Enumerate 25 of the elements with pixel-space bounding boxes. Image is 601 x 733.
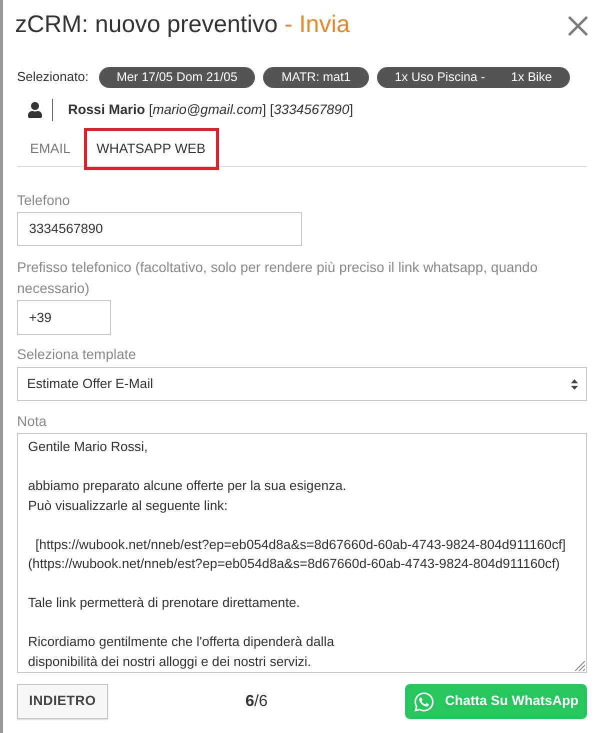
prefix-input[interactable]: +39 xyxy=(17,300,111,335)
phone-input[interactable]: 3334567890 xyxy=(17,212,302,246)
phone-label: Telefono xyxy=(17,191,70,210)
note-label: Nota xyxy=(17,412,47,431)
note-textarea[interactable]: Gentile Mario Rossi, abbiamo preparato alcune offerte per la sua esigenza. Può visualizzarle al seguente link: [https://wubook.net/nneb/est?ep=eb054d8a&s=8d67660d-60ab-4743-9824-804d911160cf](https://wubook.net/nneb/est?ep=eb054d8a&s=8d67660d-60ab-4743-9824-804d911160cf) Tale link permetterà di prenotare direttamente. Ricordiamo gentilmente che l'offerta dipenderà dalla disponibilità dei nostri alloggi e dei nostri servizi. xyxy=(17,433,587,673)
back-button[interactable]: INDIETRO xyxy=(17,684,108,719)
close-button[interactable] xyxy=(568,16,588,36)
resize-grip-icon[interactable] xyxy=(575,661,585,671)
user-icon xyxy=(28,102,42,118)
page-counter: 6/6 xyxy=(245,692,268,712)
chip-text: 1x Bike xyxy=(511,68,552,86)
tab[interactable]: WHATSAPP WEB xyxy=(84,128,219,170)
template-select[interactable]: Estimate Offer E-Mail xyxy=(17,367,587,401)
whatsapp-icon xyxy=(413,690,435,712)
chip-text: Mer 17/05 Dom 21/05 xyxy=(116,68,238,86)
selected-label: Selezionato: xyxy=(17,68,89,86)
customer-info: Rossi Mario [mario@gmail.com] [3334567890] xyxy=(68,100,354,119)
chip-text: 1x Uso Piscina - xyxy=(394,68,486,86)
prefix-label: Prefisso telefonico (facoltativo, solo per rendere più preciso il link whatsapp, quando necessario) xyxy=(17,258,539,298)
tab[interactable]: EMAIL xyxy=(17,128,84,170)
close-icon xyxy=(568,16,588,36)
dialog-title: zCRM: nuovo preventivo - Invia xyxy=(15,10,350,40)
sort-arrows-icon xyxy=(571,378,578,390)
template-label: Seleziona template xyxy=(17,345,136,364)
chip-text: MATR: mat1 xyxy=(281,68,351,86)
